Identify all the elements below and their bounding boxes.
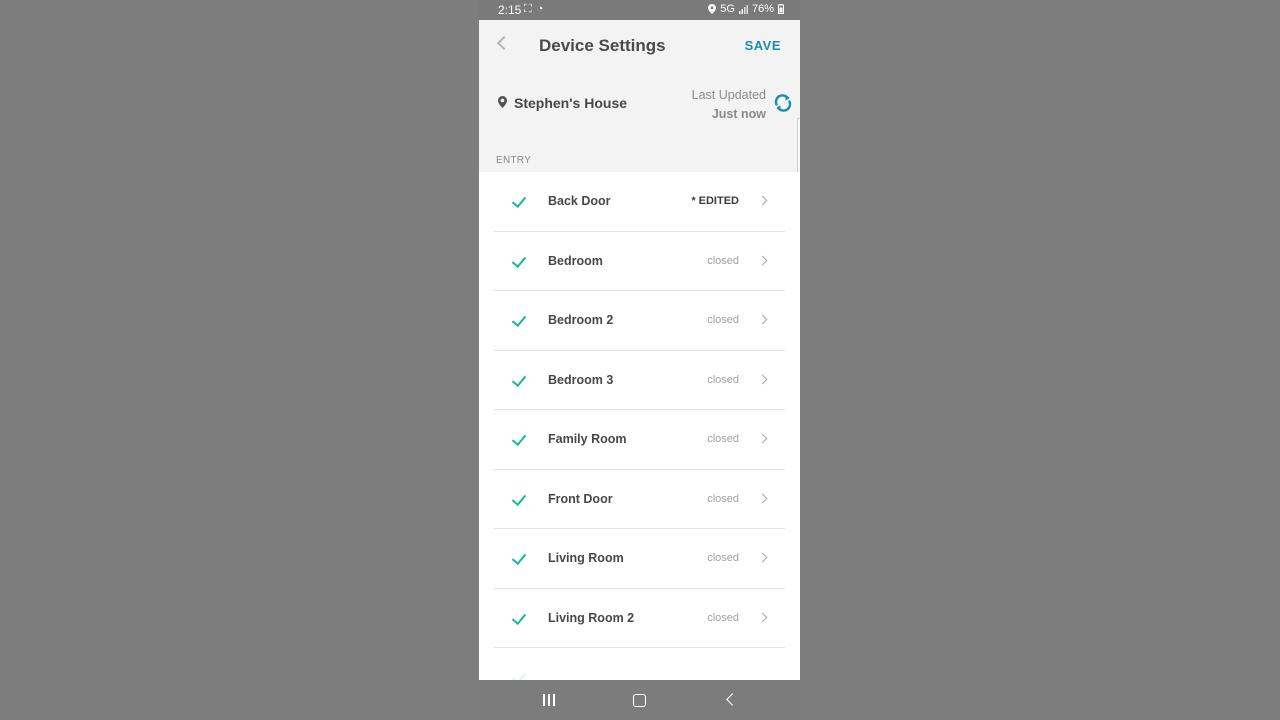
notification-icon: ⛶ ◔ [524,3,545,15]
location-name: Stephen's House [514,95,628,111]
device-label: Family Room [548,432,627,446]
location-pin-icon [498,96,507,108]
section-label: ENTRY [496,155,532,166]
device-status: closed [707,254,739,267]
battery-icon [778,4,784,14]
list-item[interactable]: Living Room 2 closed [479,589,800,649]
device-status: closed [707,373,739,386]
chevron-right-icon [757,255,768,265]
list-item-partial[interactable] [479,648,800,680]
chevron-right-icon [757,195,768,206]
location-icon [708,4,717,14]
checkmark-icon [511,430,527,447]
save-button[interactable]: SAVE [745,38,781,53]
status-bar: 2:15 ⛶ ◔ 5G 76% [479,0,800,20]
device-status: closed [707,611,739,624]
chevron-right-icon [757,612,768,622]
device-status: closed [707,433,739,445]
last-updated-value: Just now [711,107,766,121]
list-item[interactable]: Back Door * EDITED [479,172,800,232]
device-label: Bedroom [548,253,603,268]
device-label: Back Door [548,194,611,208]
page-title: Device Settings [539,36,666,55]
device-status: * EDITED [691,195,739,207]
system-nav-bar [479,680,800,720]
chevron-right-icon [757,493,768,503]
location-row: Stephen's House Last Updated Just now [479,80,800,130]
list-item[interactable]: Bedroom 2 closed [479,291,800,351]
chevron-right-icon [757,374,768,384]
refresh-icon[interactable] [772,92,794,114]
checkmark-icon [511,668,527,680]
home-icon[interactable] [633,694,646,707]
device-status: closed [707,314,739,326]
device-label: Bedroom 3 [548,372,614,387]
list-item[interactable]: Bedroom 3 closed [479,351,800,411]
device-status: closed [707,552,739,564]
checkmark-icon [511,549,527,566]
checkmark-icon [511,371,527,387]
list-item[interactable]: Front Door closed [479,470,800,530]
battery-percent: 76% [751,3,774,15]
device-label: Front Door [548,491,613,506]
device-label: Living Room [548,551,624,565]
device-status: closed [707,492,739,505]
checkmark-icon [511,490,527,506]
checkmark-icon [511,609,527,625]
chevron-right-icon [757,314,768,325]
status-right: 5G 76% [708,3,784,15]
device-label: Bedroom 2 [548,313,614,327]
network-label: 5G [720,3,735,15]
checkmark-icon [511,252,527,268]
chevron-right-icon [757,552,768,563]
app-header: Device Settings SAVE [479,20,800,70]
device-label: Living Room 2 [548,610,635,625]
last-updated-label: Last Updated [691,88,766,102]
checkmark-icon [511,192,527,209]
status-time: 2:15 [498,3,522,17]
checkmark-icon [511,311,527,328]
back-button[interactable] [495,32,511,54]
phone-screen: 2:15 ⛶ ◔ 5G 76% Device Settings SAVE Ste… [479,0,800,720]
chevron-right-icon [757,433,768,444]
nav-back-icon[interactable] [726,693,739,706]
list-item[interactable]: Bedroom closed [479,232,800,292]
signal-icon [738,4,748,14]
list-item[interactable]: Living Room closed [479,529,800,589]
last-updated: Last Updated Just now [692,86,766,124]
list-item[interactable]: Family Room closed [479,410,800,470]
device-list: Back Door * EDITED Bedroom closed Bedroo… [479,172,800,680]
recents-icon[interactable] [542,694,556,706]
